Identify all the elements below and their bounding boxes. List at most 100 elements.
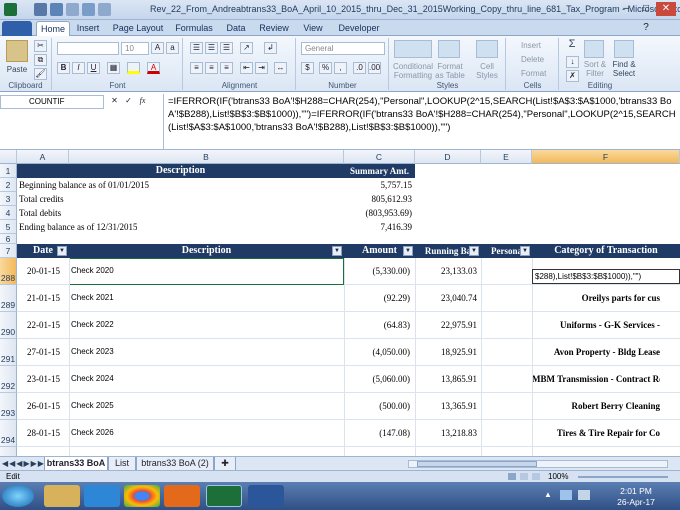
conditional-formatting-icon[interactable]: [394, 40, 432, 58]
zoom-slider[interactable]: [578, 476, 668, 478]
shrink-font-icon[interactable]: a: [166, 42, 179, 54]
amount-cell[interactable]: (147.08): [344, 428, 410, 438]
select-all-button[interactable]: [0, 150, 17, 164]
page-layout-view-icon[interactable]: [520, 473, 528, 480]
delete-cells-button[interactable]: Delete: [521, 55, 555, 64]
font-size-combo[interactable]: 10: [121, 42, 149, 55]
cut-icon[interactable]: ✂: [34, 40, 47, 52]
tab-view[interactable]: View: [298, 21, 328, 36]
row-header-5[interactable]: 5: [0, 220, 17, 234]
amount-cell[interactable]: (500.00): [344, 401, 410, 411]
align-right-icon[interactable]: ≡: [220, 62, 233, 74]
row-header-290[interactable]: 290: [0, 312, 17, 339]
row-header-3[interactable]: 3: [0, 192, 17, 206]
amount-filter-dropdown-icon[interactable]: ▼: [403, 246, 413, 256]
number-format-combo[interactable]: General: [301, 42, 385, 55]
wrap-text-icon[interactable]: ↲: [264, 42, 277, 54]
excel-taskbar-icon[interactable]: [206, 485, 242, 507]
description-cell[interactable]: Check 2022: [71, 320, 271, 329]
find-select-button[interactable]: Find & Select: [610, 60, 638, 78]
category-cell[interactable]: MBM Transmission - Contract Rep: [532, 374, 660, 384]
sort-filter-button[interactable]: Sort & Filter: [582, 60, 608, 78]
file-explorer-icon[interactable]: [44, 485, 80, 507]
date-cell[interactable]: 28-01-15: [27, 428, 67, 438]
close-button[interactable]: ✕: [656, 2, 676, 16]
minimize-button[interactable]: –: [616, 2, 636, 16]
cell-styles-icon[interactable]: [476, 40, 498, 58]
format-as-table-icon[interactable]: [438, 40, 460, 58]
date-cell[interactable]: 26-01-15: [27, 401, 67, 411]
redo-icon[interactable]: [66, 3, 79, 16]
amount-cell[interactable]: (5,330.00): [344, 266, 411, 276]
internet-explorer-icon[interactable]: [84, 485, 120, 507]
maximize-button[interactable]: □: [636, 2, 656, 16]
network-icon[interactable]: [560, 490, 572, 500]
decrease-indent-icon[interactable]: ⇤: [240, 62, 253, 74]
fill-icon[interactable]: ↓: [566, 56, 579, 68]
date-cell[interactable]: 23-01-15: [27, 374, 67, 384]
row-header-7[interactable]: 7: [0, 244, 17, 258]
underline-icon[interactable]: U: [87, 62, 100, 74]
row-header-289[interactable]: 289: [0, 285, 17, 312]
align-center-icon[interactable]: ≡: [205, 62, 218, 74]
category-cell[interactable]: Robert Berry Cleaning: [532, 401, 660, 411]
excel-logo-icon[interactable]: [4, 3, 17, 16]
amount-cell[interactable]: (64.83): [344, 320, 410, 330]
category-cell[interactable]: Tires & Tire Repair for Co: [532, 428, 660, 438]
insert-function-icon[interactable]: fx: [136, 96, 149, 108]
autosum-button[interactable]: Σ: [566, 39, 578, 50]
column-header-b[interactable]: B: [69, 150, 344, 164]
amount-cell[interactable]: (92.29): [344, 293, 410, 303]
row-header-6[interactable]: 6: [0, 234, 17, 244]
zoom-level[interactable]: 100%: [548, 471, 568, 482]
merge-center-icon[interactable]: ↔: [274, 62, 287, 74]
page-break-view-icon[interactable]: [532, 473, 540, 480]
volume-icon[interactable]: [578, 490, 590, 500]
file-menu-button[interactable]: [2, 21, 32, 36]
decrease-decimal-icon[interactable]: .00: [368, 62, 381, 74]
date-cell[interactable]: 27-01-15: [27, 347, 67, 357]
row-header-295[interactable]: 295: [0, 447, 17, 456]
date-cell[interactable]: 20-01-15: [27, 266, 67, 276]
sheet-tab-btrans33-boa[interactable]: btrans33 BoA: [44, 457, 108, 471]
clock-date[interactable]: 26-Apr-17: [606, 497, 666, 507]
fill-color-icon[interactable]: [127, 62, 140, 74]
personal-filter-dropdown-icon[interactable]: ▼: [520, 246, 530, 256]
align-top-icon[interactable]: ☰: [190, 42, 203, 54]
category-cell[interactable]: Avon Property - Bldg Lease: [532, 347, 660, 357]
media-player-icon[interactable]: [164, 485, 200, 507]
percent-button[interactable]: %: [319, 62, 332, 74]
font-name-combo[interactable]: [57, 42, 119, 55]
tab-formulas[interactable]: Formulas: [172, 21, 216, 36]
currency-button[interactable]: $: [301, 62, 314, 74]
comma-button[interactable]: ,: [334, 62, 347, 74]
normal-view-icon[interactable]: [508, 473, 516, 480]
name-box[interactable]: COUNTIF: [0, 95, 104, 109]
borders-icon[interactable]: ▦: [107, 62, 120, 74]
paste-button[interactable]: Paste: [4, 65, 30, 74]
description-cell[interactable]: Check 2024: [71, 374, 271, 383]
horizontal-scrollbar[interactable]: [408, 460, 668, 468]
row-header-292[interactable]: 292: [0, 366, 17, 393]
running-balance-cell[interactable]: 13,218.83: [415, 428, 477, 438]
clock-time[interactable]: 2:01 PM: [606, 486, 666, 496]
date-filter-dropdown-icon[interactable]: ▼: [57, 246, 67, 256]
format-cells-button[interactable]: Format: [521, 69, 555, 78]
orientation-icon[interactable]: ↗: [240, 42, 253, 54]
copy-icon[interactable]: ⧉: [34, 54, 47, 66]
tab-review[interactable]: Review: [256, 21, 292, 36]
italic-icon[interactable]: I: [72, 62, 85, 74]
undo-icon[interactable]: [50, 3, 63, 16]
save-icon[interactable]: [34, 3, 47, 16]
cell-styles-button[interactable]: Cell Styles: [470, 62, 504, 80]
paste-icon[interactable]: [6, 40, 28, 62]
help-icon[interactable]: ?: [636, 21, 656, 35]
description-cell[interactable]: Check 2026: [71, 428, 271, 437]
row-header-4[interactable]: 4: [0, 206, 17, 220]
insert-cells-button[interactable]: Insert: [521, 41, 555, 50]
insert-sheet-icon[interactable]: ✚: [214, 457, 236, 471]
date-cell[interactable]: 21-01-15: [27, 293, 67, 303]
description-filter-dropdown-icon[interactable]: ▼: [332, 246, 342, 256]
font-color-icon[interactable]: A: [147, 62, 160, 74]
grow-font-icon[interactable]: A: [151, 42, 164, 54]
